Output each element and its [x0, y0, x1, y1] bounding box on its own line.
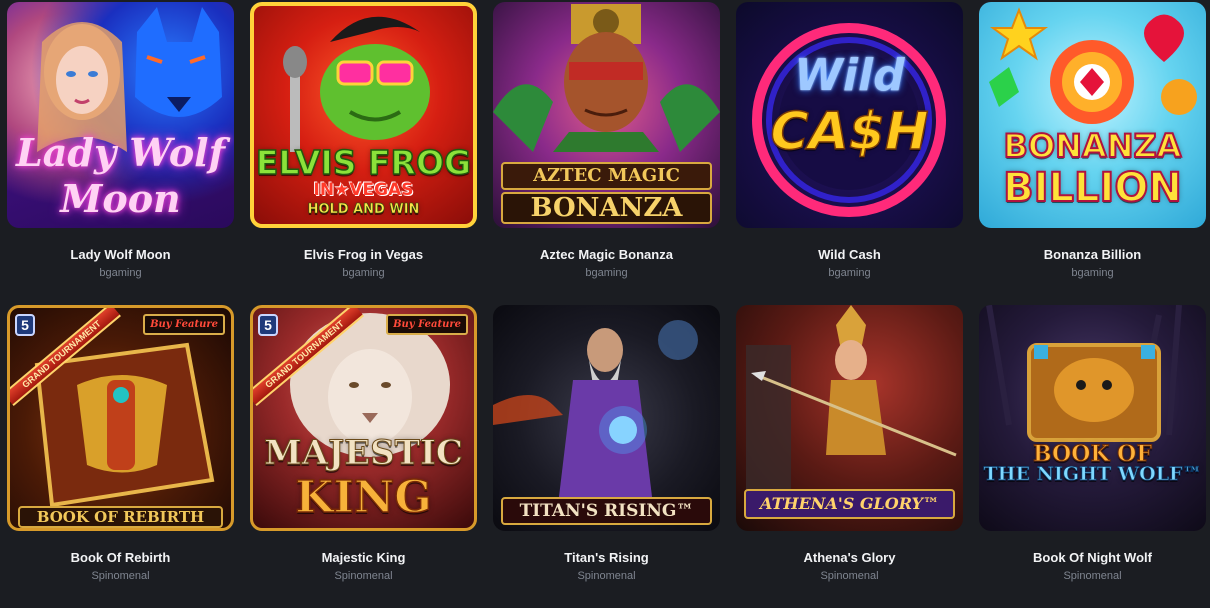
game-name[interactable]: Wild Cash	[736, 247, 963, 263]
tile-title-line: ATHENA'S GLORY™	[744, 489, 955, 519]
game-thumbnail[interactable]: ATHENA'S GLORY™	[736, 305, 963, 531]
game-provider: bgaming	[342, 267, 385, 279]
provider-badge: 5	[258, 314, 278, 336]
game-card-bonanza-billion[interactable]: BONANZA BILLION Bonanza Billion bgaming	[979, 2, 1206, 305]
tile-title-line: AZTEC MAGIC	[501, 162, 712, 190]
game-name[interactable]: Book Of Rebirth	[7, 550, 234, 566]
tile-title-line: TITAN'S RISING™	[501, 497, 712, 525]
game-provider: Spinomenal	[577, 570, 636, 582]
provider-badge: 5	[15, 314, 35, 336]
tile-title-line: BOOK OF REBIRTH	[18, 506, 223, 528]
game-card-wild-cash[interactable]: Wild CA$H Wild Cash bgaming	[736, 2, 963, 305]
tile-title-line: CA$H	[770, 102, 930, 162]
buy-feature-badge: Buy Feature	[386, 314, 468, 335]
tile-title-line: BONANZA	[501, 192, 712, 224]
tile-title-line: ELVIS FROG	[255, 143, 472, 182]
tile-title-line: BONANZA	[1003, 127, 1183, 165]
game-name[interactable]: Aztec Magic Bonanza	[493, 247, 720, 263]
game-provider: Spinomenal	[1063, 570, 1122, 582]
game-name[interactable]: Book Of Night Wolf	[979, 550, 1206, 566]
game-thumbnail[interactable]: ELVIS FROG IN★VEGAS HOLD AND WIN	[250, 2, 477, 228]
tile-title-line: HOLD AND WIN	[307, 202, 420, 217]
game-thumbnail[interactable]: BONANZA BILLION	[979, 2, 1206, 228]
tile-title-line: THE NIGHT WOLF™	[983, 463, 1202, 485]
game-grid: Lady Wolf Moon Lady Wolf Moon bgaming EL…	[7, 2, 1207, 608]
game-provider: Spinomenal	[91, 570, 150, 582]
game-thumbnail[interactable]: BOOK OF THE NIGHT WOLF™	[979, 305, 1206, 531]
game-card-elvis-frog-in-vegas[interactable]: ELVIS FROG IN★VEGAS HOLD AND WIN Elvis F…	[250, 2, 477, 305]
tile-title-line: MAJESTIC	[264, 433, 464, 473]
buy-feature-badge: Buy Feature	[143, 314, 225, 335]
game-card-titans-rising[interactable]: TITAN'S RISING™ Titan's Rising Spinomena…	[493, 305, 720, 608]
game-provider: Spinomenal	[820, 570, 879, 582]
tile-title-line: Moon	[60, 176, 181, 221]
game-name[interactable]: Majestic King	[250, 550, 477, 566]
game-name[interactable]: Bonanza Billion	[979, 247, 1206, 263]
tile-title-line: BOOK OF	[1033, 441, 1153, 467]
game-provider: Spinomenal	[334, 570, 393, 582]
game-thumbnail[interactable]: TITAN'S RISING™	[493, 305, 720, 531]
game-card-aztec-magic-bonanza[interactable]: AZTEC MAGIC BONANZA Aztec Magic Bonanza …	[493, 2, 720, 305]
game-card-lady-wolf-moon[interactable]: Lady Wolf Moon Lady Wolf Moon bgaming	[7, 2, 234, 305]
game-thumbnail[interactable]: 5 GRAND TOURNAMENT Buy Feature MAJESTIC …	[250, 305, 477, 531]
tile-title-line: Wild	[794, 50, 905, 101]
game-thumbnail[interactable]: 5 GRAND TOURNAMENT Buy Feature BOOK OF R…	[7, 305, 234, 531]
game-card-book-of-rebirth[interactable]: 5 GRAND TOURNAMENT Buy Feature BOOK OF R…	[7, 305, 234, 608]
tile-title-line: IN★VEGAS	[313, 180, 414, 200]
game-name[interactable]: Lady Wolf Moon	[7, 247, 234, 263]
game-card-majestic-king[interactable]: 5 GRAND TOURNAMENT Buy Feature MAJESTIC …	[250, 305, 477, 608]
tile-title-line: KING	[294, 472, 432, 523]
game-card-book-of-night-wolf[interactable]: BOOK OF THE NIGHT WOLF™ Book Of Night Wo…	[979, 305, 1206, 608]
game-provider: bgaming	[1071, 267, 1114, 279]
game-thumbnail[interactable]: AZTEC MAGIC BONANZA	[493, 2, 720, 228]
game-name[interactable]: Titan's Rising	[493, 550, 720, 566]
game-provider: bgaming	[585, 267, 628, 279]
tile-title-line: BILLION	[1002, 165, 1183, 211]
game-provider: bgaming	[99, 267, 142, 279]
game-name[interactable]: Elvis Frog in Vegas	[250, 247, 477, 263]
game-provider: bgaming	[828, 267, 871, 279]
game-thumbnail[interactable]: Lady Wolf Moon	[7, 2, 234, 228]
night-wolf-book-art	[986, 305, 1182, 442]
tile-title-line: Lady Wolf	[16, 130, 225, 175]
game-card-athenas-glory[interactable]: ATHENA'S GLORY™ Athena's Glory Spinomena…	[736, 305, 963, 608]
game-thumbnail[interactable]: Wild CA$H	[736, 2, 963, 228]
game-name[interactable]: Athena's Glory	[736, 550, 963, 566]
rebirth-book-art	[34, 342, 215, 508]
